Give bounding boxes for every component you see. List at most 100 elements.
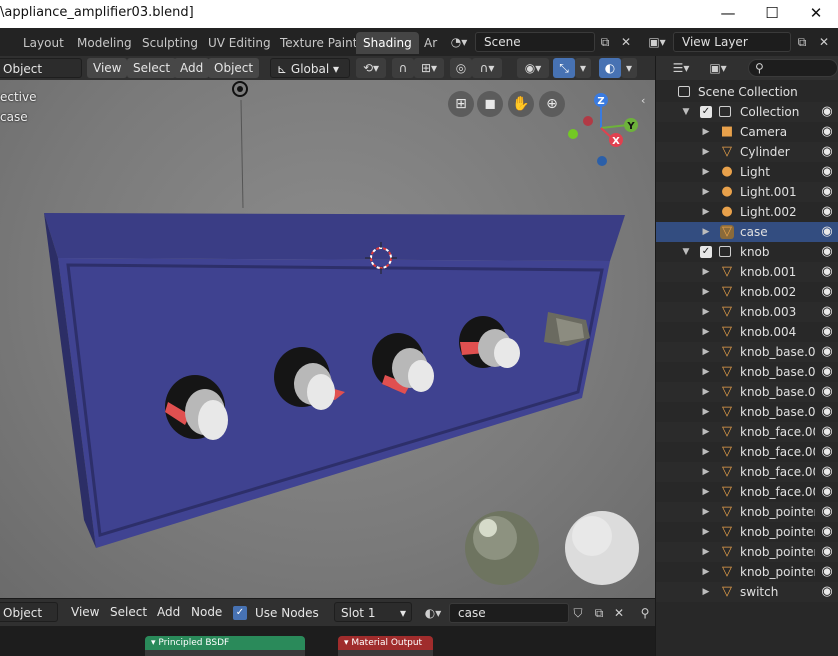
node-material-output[interactable]: ▾ Material Output: [338, 636, 433, 656]
expand-arrow-right-icon[interactable]: ▶: [701, 362, 711, 382]
node-object-dropdown[interactable]: Object ▾: [0, 602, 58, 640]
expand-arrow-down-icon[interactable]: ▼: [681, 242, 691, 262]
gizmo-dropdown-icon[interactable]: ▾: [575, 58, 591, 78]
close-window-button[interactable]: ✕: [794, 0, 838, 28]
outliner-object-row[interactable]: ▶ ■ Camera ◉: [656, 122, 838, 142]
visibility-eye-icon[interactable]: ◉: [819, 142, 835, 162]
pin-icon[interactable]: ⚲: [636, 604, 654, 622]
expand-arrow-right-icon[interactable]: ▶: [701, 382, 711, 402]
gizmo-neg-x[interactable]: [583, 116, 593, 126]
menu-add[interactable]: Add: [174, 58, 210, 78]
expand-arrow-right-icon[interactable]: ▶: [701, 402, 711, 422]
visibility-eye-icon[interactable]: ◉: [819, 442, 835, 462]
tab-layout[interactable]: Layout: [16, 32, 71, 54]
visibility-eye-icon[interactable]: ◉: [819, 222, 835, 242]
zoom-icon[interactable]: ⊕: [539, 91, 565, 117]
unlink-material-icon[interactable]: ✕: [610, 604, 628, 622]
outliner-object-row[interactable]: ▶ ▽ knob_pointer.0 ◉: [656, 542, 838, 562]
pivot-point-icon[interactable]: ⟲▾: [356, 58, 386, 78]
new-scene-icon[interactable]: ⧉: [596, 33, 614, 51]
expand-arrow-right-icon[interactable]: ▶: [701, 502, 711, 522]
expand-arrow-right-icon[interactable]: ▶: [701, 142, 711, 162]
tab-animation-truncated[interactable]: Ar: [417, 32, 444, 54]
node-menu-add[interactable]: Add: [151, 602, 186, 622]
visibility-eye-icon[interactable]: ◉: [819, 182, 835, 202]
expand-arrow-right-icon[interactable]: ▶: [701, 122, 711, 142]
sidebar-toggle-icon[interactable]: ‹: [641, 94, 645, 107]
expand-arrow-right-icon[interactable]: ▶: [701, 342, 711, 362]
node-menu-view[interactable]: View: [65, 602, 105, 622]
slot-dropdown[interactable]: Slot 1 ▾: [334, 602, 412, 622]
minimize-button[interactable]: —: [706, 0, 750, 28]
visibility-eye-icon[interactable]: ◉: [819, 362, 835, 382]
expand-arrow-right-icon[interactable]: ▶: [701, 522, 711, 542]
new-view-layer-icon[interactable]: ⧉: [793, 33, 811, 51]
gizmo-neg-y[interactable]: [568, 129, 578, 139]
expand-arrow-right-icon[interactable]: ▶: [701, 302, 711, 322]
visibility-eye-icon[interactable]: ◉▾: [517, 58, 549, 78]
outliner-object-row[interactable]: ▶ ▽ knob_pointer.0 ◉: [656, 562, 838, 582]
expand-arrow-right-icon[interactable]: ▶: [701, 222, 711, 242]
overlay-dropdown-icon[interactable]: ▾: [621, 58, 637, 78]
3d-viewport[interactable]: ective case Z Y X ⊞ ◼ ✋ ⊕ ‹: [0, 80, 655, 598]
tab-texture-paint[interactable]: Texture Paint: [273, 32, 364, 54]
outliner-collection-row[interactable]: ▼ ✓ knob ◉: [656, 242, 838, 262]
overlay-toggle-icon[interactable]: ◐: [599, 58, 621, 78]
maximize-button[interactable]: ☐: [750, 0, 794, 28]
toggle-perspective-icon[interactable]: ⊞: [448, 91, 474, 117]
expand-arrow-right-icon[interactable]: ▶: [701, 442, 711, 462]
visibility-eye-icon[interactable]: ◉: [819, 122, 835, 142]
visibility-eye-icon[interactable]: ◉: [819, 482, 835, 502]
outliner-object-row[interactable]: ▶ ● Light.002 ◉: [656, 202, 838, 222]
scene-browse-icon[interactable]: ◔▾: [450, 33, 468, 51]
outliner-object-row[interactable]: ▶ ▽ knob_face.003 ◉: [656, 462, 838, 482]
delete-view-layer-icon[interactable]: ✕: [815, 33, 833, 51]
gizmo-toggle-icon[interactable]: ⤡: [553, 58, 575, 78]
expand-arrow-right-icon[interactable]: ▶: [701, 422, 711, 442]
visibility-eye-icon[interactable]: ◉: [819, 102, 835, 122]
menu-view[interactable]: View: [87, 58, 128, 78]
orientation-dropdown[interactable]: ⊾ Global ▾: [270, 58, 350, 78]
expand-arrow-right-icon[interactable]: ▶: [701, 562, 711, 582]
expand-arrow-right-icon[interactable]: ▶: [701, 462, 711, 482]
visibility-eye-icon[interactable]: ◉: [819, 282, 835, 302]
pan-hand-icon[interactable]: ✋: [508, 91, 534, 117]
node-menu-node[interactable]: Node: [185, 602, 228, 622]
outliner-object-row[interactable]: ▶ ▽ knob_base.003 ◉: [656, 382, 838, 402]
visibility-eye-icon[interactable]: ◉: [819, 162, 835, 182]
node-principled-bsdf[interactable]: ▾ Principled BSDF: [145, 636, 305, 656]
expand-arrow-right-icon[interactable]: ▶: [701, 202, 711, 222]
visibility-eye-icon[interactable]: ◉: [819, 302, 835, 322]
duplicate-material-icon[interactable]: ⧉: [590, 604, 608, 622]
outliner-object-row[interactable]: ▶ ▽ switch ◉: [656, 582, 838, 602]
visibility-eye-icon[interactable]: ◉: [819, 402, 835, 422]
case-mesh[interactable]: [44, 213, 625, 548]
outliner-object-row[interactable]: ▶ ▽ knob_base.002 ◉: [656, 362, 838, 382]
menu-select[interactable]: Select: [127, 58, 177, 78]
visibility-eye-icon[interactable]: ◉: [819, 542, 835, 562]
editor-type-icon[interactable]: ☰▾: [668, 59, 694, 77]
tab-uv-editing[interactable]: UV Editing: [201, 32, 278, 54]
tab-sculpting[interactable]: Sculpting: [135, 32, 205, 54]
navigation-gizmo[interactable]: Z Y X: [568, 93, 638, 166]
visibility-eye-icon[interactable]: ◉: [819, 582, 835, 602]
expand-arrow-right-icon[interactable]: ▶: [701, 482, 711, 502]
snap-target-icon[interactable]: ⊞▾: [414, 58, 444, 78]
view-layer-name-field[interactable]: View Layer: [673, 32, 791, 52]
expand-arrow-right-icon[interactable]: ▶: [701, 282, 711, 302]
outliner-object-row[interactable]: ▶ ▽ knob_base.004 ◉: [656, 402, 838, 422]
outliner-object-row[interactable]: ▶ ● Light ◉: [656, 162, 838, 182]
visibility-eye-icon[interactable]: ◉: [819, 522, 835, 542]
visibility-eye-icon[interactable]: ◉: [819, 322, 835, 342]
use-nodes-checkbox[interactable]: ✓: [233, 606, 247, 620]
outliner-object-row[interactable]: ▶ ▽ knob.001 ◉: [656, 262, 838, 282]
visibility-eye-icon[interactable]: ◉: [819, 262, 835, 282]
proportional-edit-icon[interactable]: ◎: [450, 58, 472, 78]
outliner-object-row[interactable]: ▶ ▽ knob.002 ◉: [656, 282, 838, 302]
expand-arrow-right-icon[interactable]: ▶: [701, 162, 711, 182]
visibility-eye-icon[interactable]: ◉: [819, 242, 835, 262]
outliner-root-row[interactable]: Scene Collection: [656, 82, 838, 102]
falloff-icon[interactable]: ∩▾: [472, 58, 502, 78]
outliner-object-row[interactable]: ▶ ▽ knob_base.001 ◉: [656, 342, 838, 362]
outliner-collection-row[interactable]: ▼ ✓ Collection ◉: [656, 102, 838, 122]
